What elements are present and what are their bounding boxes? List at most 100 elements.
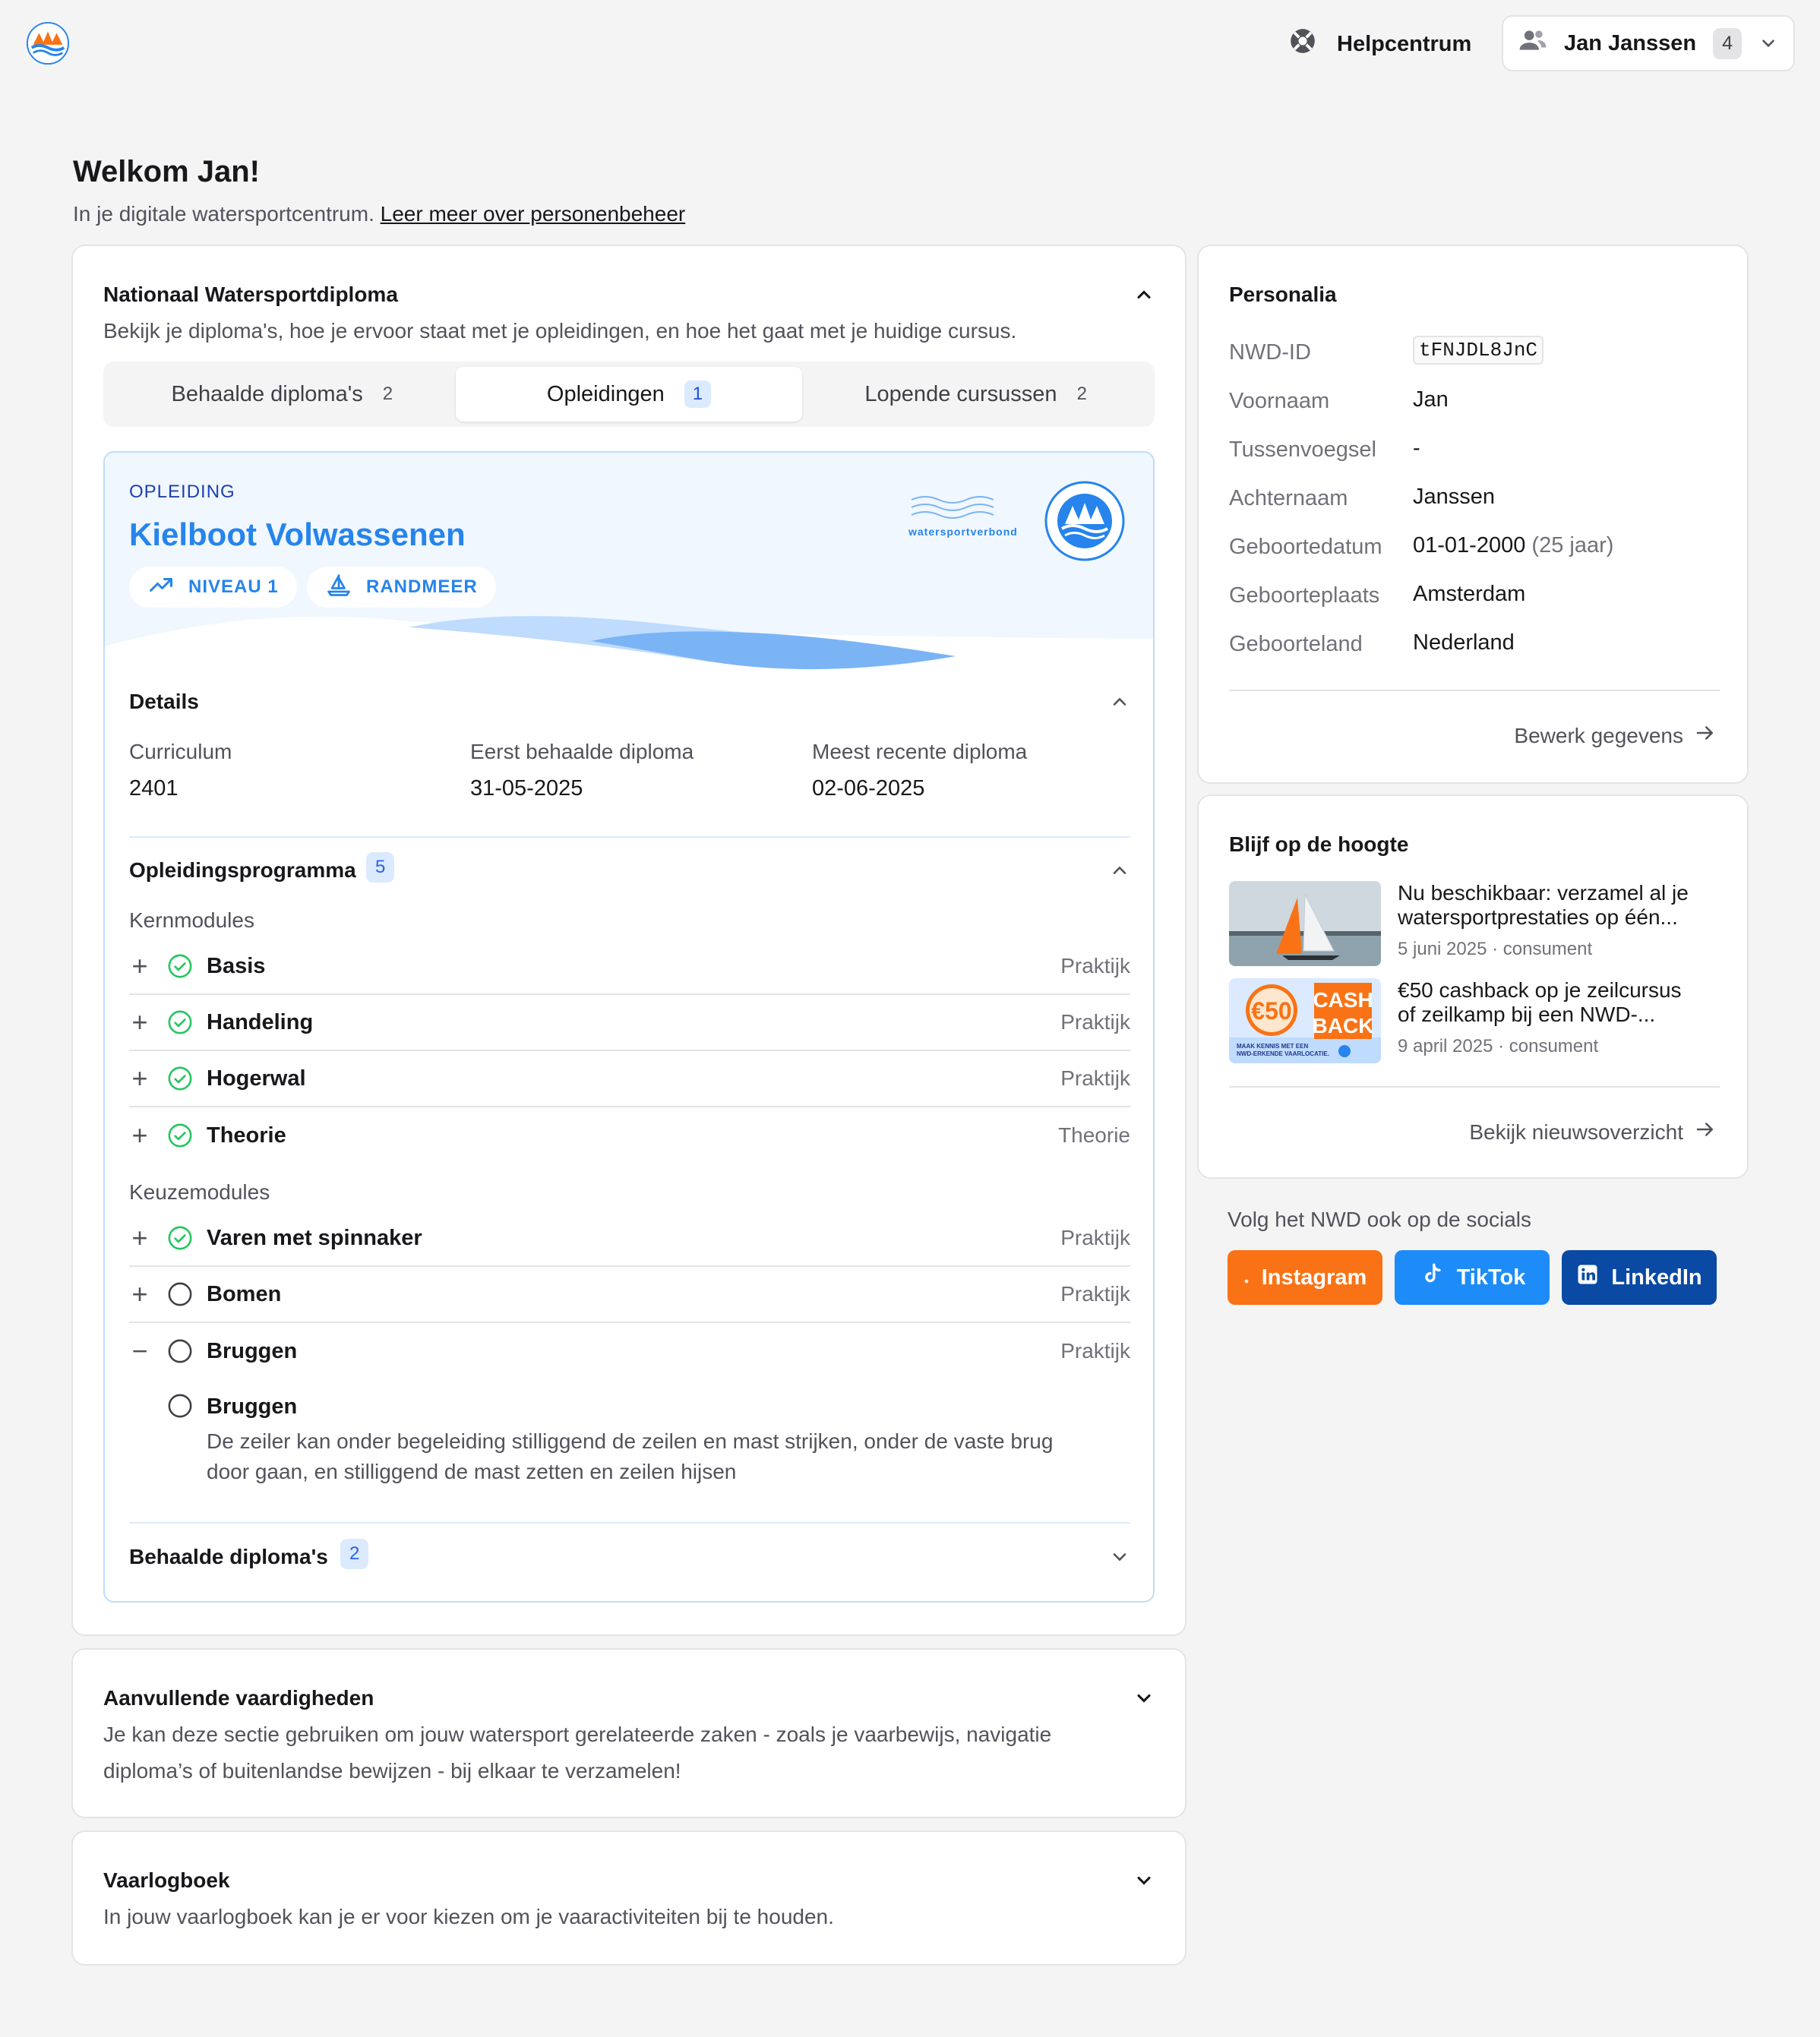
program-card: OPLEIDING Kielboot Volwassenen NIVEAU 1 … bbox=[103, 451, 1155, 1603]
edit-details-label: Bewerk gegevens bbox=[1514, 723, 1683, 747]
news-thumbnail-sailboat bbox=[1229, 881, 1381, 966]
instagram-label: Instagram bbox=[1261, 1265, 1367, 1290]
logbook-card: Vaarlogboek In jouw vaarlogboek kan je e… bbox=[71, 1830, 1186, 1966]
module-row[interactable]: + Basis Praktijk bbox=[129, 939, 1130, 995]
news-title-line: watersportprestaties op één... bbox=[1398, 905, 1678, 930]
expand-plus-icon[interactable]: + bbox=[129, 1009, 150, 1036]
core-modules-label: Kernmodules bbox=[129, 908, 254, 932]
expand-chevron-icon[interactable] bbox=[1133, 1870, 1155, 1891]
field-value: Amsterdam bbox=[1413, 582, 1526, 606]
elective-modules-label: Keuzemodules bbox=[129, 1180, 270, 1204]
module-row[interactable]: + Bomen Praktijk bbox=[129, 1267, 1130, 1323]
tab-opleidingen[interactable]: Opleidingen 1 bbox=[455, 367, 803, 422]
expand-plus-icon[interactable]: + bbox=[129, 1224, 150, 1252]
nwd-logo[interactable] bbox=[26, 21, 70, 65]
learn-more-link[interactable]: Leer meer over personenbeheer bbox=[381, 202, 686, 226]
program-header: OPLEIDING Kielboot Volwassenen NIVEAU 1 … bbox=[105, 453, 1153, 673]
detail-value: 02-06-2025 bbox=[812, 776, 925, 801]
user-count-badge: 4 bbox=[1713, 27, 1742, 59]
level-pill: NIVEAU 1 bbox=[129, 567, 297, 608]
module-name: Bruggen bbox=[207, 1338, 298, 1363]
instagram-button[interactable]: Instagram bbox=[1228, 1250, 1382, 1305]
nwd-id-value[interactable]: tFNJDL8JnC bbox=[1413, 336, 1544, 365]
news-item-meta: 9 april 2025 · consument bbox=[1398, 1036, 1599, 1056]
additional-skills-card: Aanvullende vaardigheden Je kan deze sec… bbox=[71, 1648, 1186, 1818]
users-icon bbox=[1518, 26, 1547, 61]
tiktok-button[interactable]: TikTok bbox=[1395, 1250, 1550, 1305]
watersportverbond-text: watersportverbond bbox=[908, 526, 1018, 538]
age-value: (25 jaar) bbox=[1531, 533, 1614, 557]
sailboat-icon bbox=[325, 571, 352, 604]
field-value: Nederland bbox=[1413, 630, 1515, 655]
program-modules-title: Opleidingsprogramma bbox=[129, 858, 356, 882]
expand-plus-icon[interactable]: + bbox=[129, 1281, 150, 1308]
help-center-link[interactable]: Helpcentrum bbox=[1288, 24, 1471, 64]
module-kind: Praktijk bbox=[1060, 1066, 1130, 1090]
tiktok-label: TikTok bbox=[1456, 1265, 1526, 1290]
news-title-line: €50 cashback op je zeilcursus bbox=[1398, 978, 1682, 1002]
page-title: Welkom Jan! bbox=[73, 155, 260, 188]
news-item[interactable]: Nu beschikbaar: verzamel al je waterspor… bbox=[1229, 881, 1720, 966]
news-item[interactable]: €50 CASH BACK MAAK KENNIS MET EEN NWD-ER… bbox=[1229, 978, 1720, 1063]
expand-plus-icon[interactable]: + bbox=[129, 952, 150, 980]
linkedin-button[interactable]: LinkedIn bbox=[1562, 1250, 1717, 1305]
detail-value: 2401 bbox=[129, 776, 179, 801]
module-kind: Praktijk bbox=[1060, 954, 1130, 977]
competency-desc-line: door gaan, en stilliggend de mast zetten… bbox=[207, 1460, 737, 1483]
competency-name: Bruggen bbox=[207, 1394, 298, 1419]
news-item-meta: 5 juni 2025 · consument bbox=[1398, 939, 1593, 959]
cashback-word-back: BACK bbox=[1313, 1014, 1374, 1037]
check-circle-icon bbox=[167, 1066, 193, 1091]
personalia-title: Personalia bbox=[1229, 283, 1337, 306]
program-modules-count: 5 bbox=[366, 852, 395, 883]
module-row-expanded[interactable]: − Bruggen Praktijk bbox=[129, 1323, 1130, 1379]
instagram-icon bbox=[1243, 1265, 1250, 1290]
expand-chevron-icon[interactable] bbox=[1133, 1688, 1155, 1709]
module-row[interactable]: + Theorie Theorie bbox=[129, 1107, 1130, 1164]
news-title-line: Nu beschikbaar: verzamel al je bbox=[1398, 881, 1689, 905]
news-item-title: Nu beschikbaar: verzamel al je waterspor… bbox=[1398, 881, 1724, 930]
news-overview-link[interactable]: Bekijk nieuwsoverzicht bbox=[1469, 1118, 1717, 1146]
linkedin-label: LinkedIn bbox=[1611, 1265, 1702, 1290]
tab-behaalde-diplomas[interactable]: Behaalde diploma's 2 bbox=[109, 367, 456, 422]
collapse-chevron-icon[interactable] bbox=[1133, 284, 1155, 305]
lifebuoy-icon bbox=[1288, 27, 1317, 62]
module-row[interactable]: + Hogerwal Praktijk bbox=[129, 1051, 1130, 1107]
program-title: Kielboot Volwassenen bbox=[129, 516, 466, 552]
news-title-line: of zeilkamp bij een NWD-... bbox=[1398, 1003, 1656, 1027]
nwd-diploma-logo bbox=[1044, 480, 1126, 562]
news-card: Blijf op de hoogte Nu beschikbaar: verza… bbox=[1197, 794, 1749, 1179]
cashback-word-cash: CASH bbox=[1313, 988, 1373, 1012]
logbook-title: Vaarlogboek bbox=[103, 1868, 230, 1892]
water-type-label: RANDMEER bbox=[366, 576, 478, 597]
module-name: Bomen bbox=[207, 1281, 282, 1306]
program-collapse-icon[interactable] bbox=[1109, 860, 1130, 881]
empty-circle-icon bbox=[167, 1393, 193, 1423]
expand-plus-icon[interactable]: + bbox=[129, 1122, 150, 1149]
module-name: Varen met spinnaker bbox=[207, 1225, 422, 1250]
tab-count: 1 bbox=[684, 381, 712, 408]
module-row[interactable]: + Handeling Praktijk bbox=[129, 995, 1130, 1051]
collapse-minus-icon[interactable]: − bbox=[129, 1337, 150, 1365]
expand-plus-icon[interactable]: + bbox=[129, 1065, 150, 1092]
module-row[interactable]: + Varen met spinnaker Praktijk bbox=[129, 1211, 1130, 1267]
module-kind: Theorie bbox=[1058, 1123, 1130, 1147]
field-label: Voornaam bbox=[1229, 389, 1330, 413]
logbook-desc: In jouw vaarlogboek kan je er voor kieze… bbox=[103, 1905, 834, 1928]
check-circle-icon bbox=[167, 1123, 193, 1148]
tab-lopende-cursussen[interactable]: Lopende cursussen 2 bbox=[802, 367, 1149, 422]
field-label: Geboortedatum bbox=[1229, 535, 1382, 559]
details-collapse-icon[interactable] bbox=[1109, 691, 1130, 712]
field-label: NWD-ID bbox=[1229, 340, 1311, 365]
subtitle-text: In je digitale watersportcentrum. bbox=[73, 202, 374, 226]
tab-label: Lopende cursussen bbox=[864, 381, 1057, 406]
competency-description: De zeiler kan onder begeleiding stilligg… bbox=[207, 1426, 1053, 1487]
obtained-expand-icon[interactable] bbox=[1109, 1546, 1130, 1568]
user-switcher-button[interactable]: Jan Janssen 4 bbox=[1502, 15, 1795, 71]
obtained-diplomas-title: Behaalde diploma's bbox=[129, 1545, 328, 1568]
desc-line: diploma’s of buitenlandse bewijzen - bij… bbox=[103, 1759, 681, 1783]
socials-title: Volg het NWD ook op de socials bbox=[1228, 1208, 1531, 1231]
check-circle-icon bbox=[167, 1009, 193, 1035]
field-value: Janssen bbox=[1413, 485, 1496, 509]
edit-details-link[interactable]: Bewerk gegevens bbox=[1514, 722, 1717, 750]
